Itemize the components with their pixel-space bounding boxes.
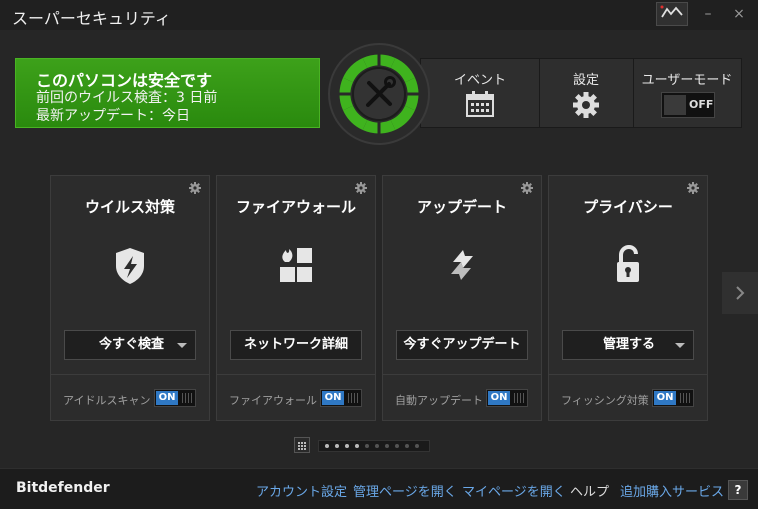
brand-logo: Bitdefender (16, 480, 110, 496)
events-button[interactable]: イベント (421, 59, 540, 127)
security-status-panel: このパソコンは安全です 前回のウイルス検査：3 日前 最新アップデート：今日 (15, 58, 320, 128)
manage-label: 管理する (603, 337, 656, 352)
card-title: ウイルス対策 (84, 198, 175, 216)
card-settings-gear-icon[interactable] (355, 182, 367, 194)
pager-dot[interactable] (365, 444, 369, 448)
activity-graph-button[interactable] (656, 2, 688, 26)
card-title: ファイアウォール (235, 198, 356, 216)
calendar-icon (466, 91, 494, 117)
pager-dot[interactable] (415, 444, 419, 448)
last-scan-text: 前回のウイルス検査：3 日前 (36, 90, 218, 106)
toggle-grip (514, 393, 524, 403)
card-divider (383, 374, 541, 375)
pager-dot[interactable] (405, 444, 409, 448)
padlock-icon (617, 244, 639, 282)
card-settings-gear-icon[interactable] (189, 182, 201, 194)
idle-scan-label: アイドルスキャン (63, 394, 151, 407)
pager-dot[interactable] (335, 444, 339, 448)
firewall-label: ファイアウォール (229, 394, 317, 407)
user-mode-control: ユーザーモード OFF (633, 59, 741, 127)
title-bar: スーパーセキュリティ – × (0, 0, 758, 30)
card-settings-gear-icon[interactable] (687, 182, 699, 194)
top-toolbar: イベント 設定 ユーザーモード OFF (420, 58, 742, 128)
update-arrows-icon (451, 250, 473, 280)
card-privacy: プライバシー 管理する フィッシング対策 ON (548, 175, 708, 421)
card-settings-gear-icon[interactable] (521, 182, 533, 194)
next-page-arrow[interactable] (722, 272, 758, 314)
settings-label: 設定 (572, 73, 599, 88)
dropdown-caret-icon[interactable] (675, 343, 685, 348)
gear-icon (573, 92, 599, 118)
auto-update-label: 自動アップデート (395, 394, 483, 407)
user-mode-label: ユーザーモード (641, 73, 733, 88)
network-details-button[interactable]: ネットワーク詳細 (230, 330, 362, 360)
minimize-button[interactable]: – (693, 2, 723, 26)
autopilot-dial[interactable] (328, 36, 430, 156)
user-mode-toggle[interactable]: OFF (661, 92, 715, 118)
window-title: スーパーセキュリティ (12, 9, 171, 28)
pager-dot[interactable] (395, 444, 399, 448)
scan-now-label: 今すぐ検査 (99, 337, 165, 352)
firewall-toggle[interactable]: ON (320, 389, 362, 407)
card-firewall: ファイアウォール ネットワーク詳細 ファイアウォール ON (216, 175, 376, 421)
antiphishing-toggle[interactable]: ON (652, 389, 694, 407)
scan-now-button[interactable]: 今すぐ検査 (64, 330, 196, 360)
firewall-icon (280, 248, 312, 282)
events-label: イベント (453, 73, 506, 88)
card-title: プライバシー (583, 198, 673, 216)
grid-icon (298, 442, 306, 450)
settings-button[interactable]: 設定 (539, 59, 634, 127)
open-management-page-link[interactable]: 管理ページを開く (353, 481, 457, 500)
pager-dots[interactable] (318, 440, 430, 452)
additional-services-link[interactable]: 追加購入サービス (620, 481, 724, 500)
pager-dot[interactable] (325, 444, 329, 448)
toggle-grip (348, 393, 358, 403)
shield-icon (116, 248, 144, 284)
pager-dot[interactable] (355, 444, 359, 448)
user-mode-state: OFF (689, 98, 714, 111)
card-divider (51, 374, 209, 375)
idle-scan-toggle[interactable]: ON (154, 389, 196, 407)
card-update: アップデート 今すぐアップデート 自動アップデート ON (382, 175, 542, 421)
help-button[interactable]: ? (728, 480, 748, 500)
toggle-grip (680, 393, 690, 403)
auto-update-toggle[interactable]: ON (486, 389, 528, 407)
update-now-button[interactable]: 今すぐアップデート (396, 330, 528, 360)
toggle-state: ON (156, 391, 178, 405)
activity-graph-icon (660, 5, 683, 18)
card-title: アップデート (416, 198, 507, 216)
pager-dot[interactable] (345, 444, 349, 448)
pager-dot[interactable] (375, 444, 379, 448)
dropdown-caret-icon[interactable] (177, 343, 187, 348)
card-divider (217, 374, 375, 375)
footer-bar: Bitdefender アカウント設定 管理ページを開く マイページを開く ヘル… (0, 468, 758, 509)
all-modules-button[interactable] (294, 437, 310, 453)
account-settings-link[interactable]: アカウント設定 (256, 481, 347, 500)
card-divider (549, 374, 707, 375)
open-my-page-link[interactable]: マイページを開く (462, 481, 566, 500)
toggle-state: ON (322, 391, 344, 405)
close-button[interactable]: × (724, 2, 754, 26)
card-antivirus: ウイルス対策 今すぐ検査 アイドルスキャン ON (50, 175, 210, 421)
toggle-grip (182, 393, 192, 403)
last-update-text: 最新アップデート：今日 (36, 108, 190, 124)
antiphishing-label: フィッシング対策 (561, 394, 649, 407)
toggle-state: ON (654, 391, 676, 405)
chevron-right-icon (736, 286, 745, 300)
manage-button[interactable]: 管理する (562, 330, 694, 360)
toggle-grip (664, 95, 686, 115)
help-link[interactable]: ヘルプ (570, 481, 609, 500)
pager-dot[interactable] (385, 444, 389, 448)
toggle-state: ON (488, 391, 510, 405)
